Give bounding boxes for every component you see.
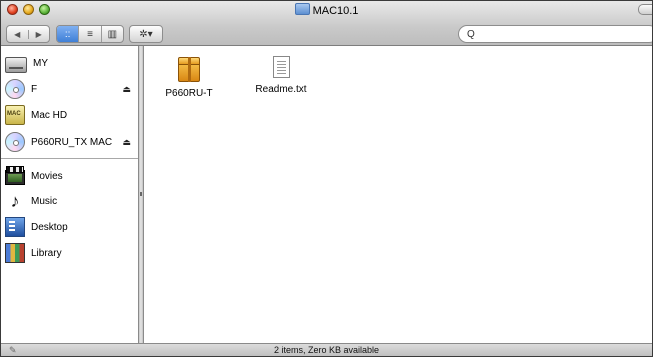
view-switcher: :: ≡ ▥ (56, 25, 124, 43)
file-item-p660ru-t[interactable]: P660RU-T (154, 56, 224, 99)
status-bar: ✎ 2 items, Zero KB available (1, 343, 652, 356)
sidebar-divider (1, 158, 138, 159)
title-toolbar: MAC10.1 ◀ ▶ :: ≡ ▥ ✲▾ Q (1, 1, 652, 46)
sidebar-item-desktop[interactable]: Desktop (5, 216, 135, 238)
list-view-button[interactable]: ≡ (79, 26, 102, 42)
toolbar-toggle-button[interactable] (638, 4, 652, 15)
back-button[interactable]: ◀ (7, 29, 29, 39)
movies-icon (5, 166, 25, 185)
hard-drive-icon (5, 56, 27, 73)
cd-icon (5, 132, 25, 152)
search-icon: Q (467, 28, 475, 40)
sidebar-item-movies[interactable]: Movies (5, 165, 135, 187)
finder-window: MAC10.1 ◀ ▶ :: ≡ ▥ ✲▾ Q MY F ⏏ Mac (0, 0, 653, 357)
nav-buttons: ◀ ▶ (6, 25, 50, 43)
file-item-readme[interactable]: Readme.txt (246, 56, 316, 95)
search-input[interactable] (478, 27, 643, 41)
sidebar-item-library[interactable]: Library (5, 242, 135, 264)
forward-button[interactable]: ▶ (29, 30, 50, 39)
icon-view-button[interactable]: :: (57, 26, 80, 42)
column-view-button[interactable]: ▥ (102, 26, 123, 42)
file-browser: P660RU-T Readme.txt (144, 46, 652, 343)
window-title: MAC10.1 (1, 3, 652, 18)
package-icon (178, 57, 200, 82)
sidebar: MY F ⏏ Mac HD P660RU_TX MAC ⏏ Movies ♪ M… (1, 46, 138, 343)
cd-icon (5, 79, 25, 99)
sidebar-item-my[interactable]: MY (5, 52, 135, 74)
text-document-icon (272, 56, 290, 78)
sidebar-item-f[interactable]: F ⏏ (5, 78, 135, 100)
folder-icon (294, 3, 310, 15)
sidebar-item-mac-hd[interactable]: Mac HD (5, 104, 135, 126)
resize-grip-icon (140, 192, 142, 196)
edit-icon: ✎ (9, 345, 17, 355)
sidebar-item-p660ru-tx-mac[interactable]: P660RU_TX MAC ⏏ (5, 131, 135, 153)
sidebar-item-label: Library (31, 247, 62, 259)
eject-icon[interactable]: ⏏ (122, 137, 131, 148)
file-label: Readme.txt (255, 84, 307, 95)
file-label: P660RU-T (165, 88, 213, 99)
sidebar-item-label: Music (31, 195, 58, 207)
search-field[interactable]: Q (458, 25, 652, 43)
sidebar-item-label: MY (33, 57, 48, 69)
status-text: 2 items, Zero KB available (273, 345, 380, 355)
eject-icon[interactable]: ⏏ (122, 84, 131, 95)
mac-hd-icon (5, 105, 25, 125)
sidebar-item-label: Desktop (31, 221, 68, 233)
music-icon: ♪ (10, 191, 20, 211)
sidebar-item-label: P660RU_TX MAC (31, 136, 113, 148)
sidebar-item-label: Mac HD (31, 109, 68, 121)
desktop-icon (5, 217, 25, 237)
action-menu-button[interactable]: ✲▾ (129, 25, 163, 43)
sidebar-item-label: Movies (31, 170, 63, 182)
sidebar-item-label: F (31, 83, 38, 95)
sidebar-item-music[interactable]: ♪ Music (5, 190, 135, 212)
library-icon (5, 243, 25, 263)
